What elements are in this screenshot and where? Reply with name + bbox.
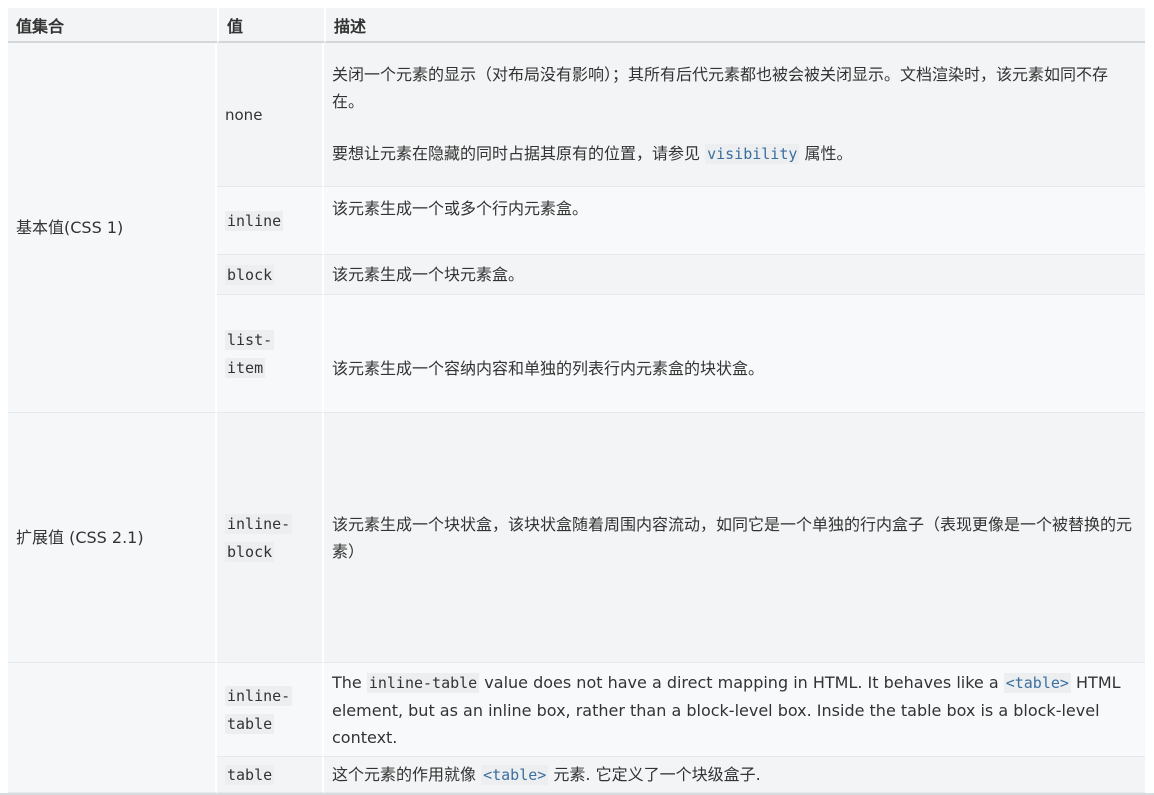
table-row: inline- table The inline-table value doe… <box>8 663 1145 793</box>
description-fragment: value does not have a direct mapping in … <box>479 672 1004 692</box>
visibility-link[interactable]: visibility <box>705 144 800 164</box>
value-table: table <box>225 764 275 785</box>
value-none: none <box>225 105 263 124</box>
value-cell: list- item <box>217 295 324 413</box>
value-cell: inline- table <box>217 663 324 757</box>
value-cell: block <box>217 255 324 295</box>
header-value-set: 值集合 <box>8 8 217 43</box>
value-inline-block: inline- <box>225 513 293 534</box>
table-row: 扩展值 (CSS 2.1) inline- block 该元素生成一个块状盒，该… <box>8 413 1145 663</box>
value-list-item: list- <box>225 329 275 350</box>
group-empty <box>8 663 217 793</box>
description-cell: 这个元素的作用就像 <table> 元素. 它定义了一个块级盒子. <box>324 757 1145 793</box>
value-cell: none <box>217 43 324 187</box>
value-inline-table: inline- <box>225 685 293 706</box>
description-cell: The inline-table value does not have a d… <box>324 663 1145 757</box>
table-row: 基本值(CSS 1) none 关闭一个元素的显示（对布局没有影响）；其所有后代… <box>8 43 1145 413</box>
value-cell: inline <box>217 187 324 255</box>
value-inline-table: table <box>225 713 275 734</box>
description-fragment: 要想让元素在隐藏的同时占据其原有的位置，请参见 <box>332 144 706 163</box>
description-cell: 该元素生成一个块状盒，该块状盒随着周围内容流动，如同它是一个单独的行内盒子（表现… <box>324 413 1145 663</box>
value-list-item: item <box>225 357 266 378</box>
value-inline-block: block <box>225 541 275 562</box>
table-element-link[interactable]: <table> <box>481 764 549 785</box>
description-cell: 关闭一个元素的显示（对布局没有影响）；其所有后代元素都也被会被关闭显示。文档渲染… <box>324 43 1145 187</box>
value-block: block <box>225 264 275 285</box>
description-cell: 该元素生成一个或多个行内元素盒。 <box>324 187 1145 255</box>
description-fragment: 元素. 它定义了一个块级盒子. <box>548 764 761 784</box>
group-extended: 扩展值 (CSS 2.1) <box>8 413 217 663</box>
value-cell: inline- block <box>217 413 324 663</box>
inline-table-code: inline-table <box>366 672 480 693</box>
value-cell: table <box>217 757 324 793</box>
description-text: 要想让元素在隐藏的同时占据其原有的位置，请参见 visibility 属性。 <box>332 140 1139 168</box>
display-values-table: 值集合 值 描述 基本值(CSS 1) none 关闭一个元素的显示（对布局没有… <box>8 8 1145 793</box>
description-text: 关闭一个元素的显示（对布局没有影响）；其所有后代元素都也被会被关闭显示。文档渲染… <box>332 65 1109 111</box>
page: 值集合 值 描述 基本值(CSS 1) none 关闭一个元素的显示（对布局没有… <box>0 0 1154 795</box>
description-fragment: 属性。 <box>799 144 853 163</box>
table-header-row: 值集合 值 描述 <box>8 8 1145 43</box>
description-cell: 该元素生成一个块元素盒。 <box>324 255 1145 295</box>
header-description: 描述 <box>324 8 1145 43</box>
table-element-link[interactable]: <table> <box>1003 672 1071 693</box>
description-fragment: 这个元素的作用就像 <box>332 764 482 784</box>
value-inline: inline <box>225 210 284 231</box>
description-cell: 该元素生成一个容纳内容和单独的列表行内元素盒的块状盒。 <box>324 295 1145 413</box>
header-value: 值 <box>217 8 324 43</box>
description-fragment: The <box>332 672 367 692</box>
group-basic: 基本值(CSS 1) <box>8 43 217 413</box>
